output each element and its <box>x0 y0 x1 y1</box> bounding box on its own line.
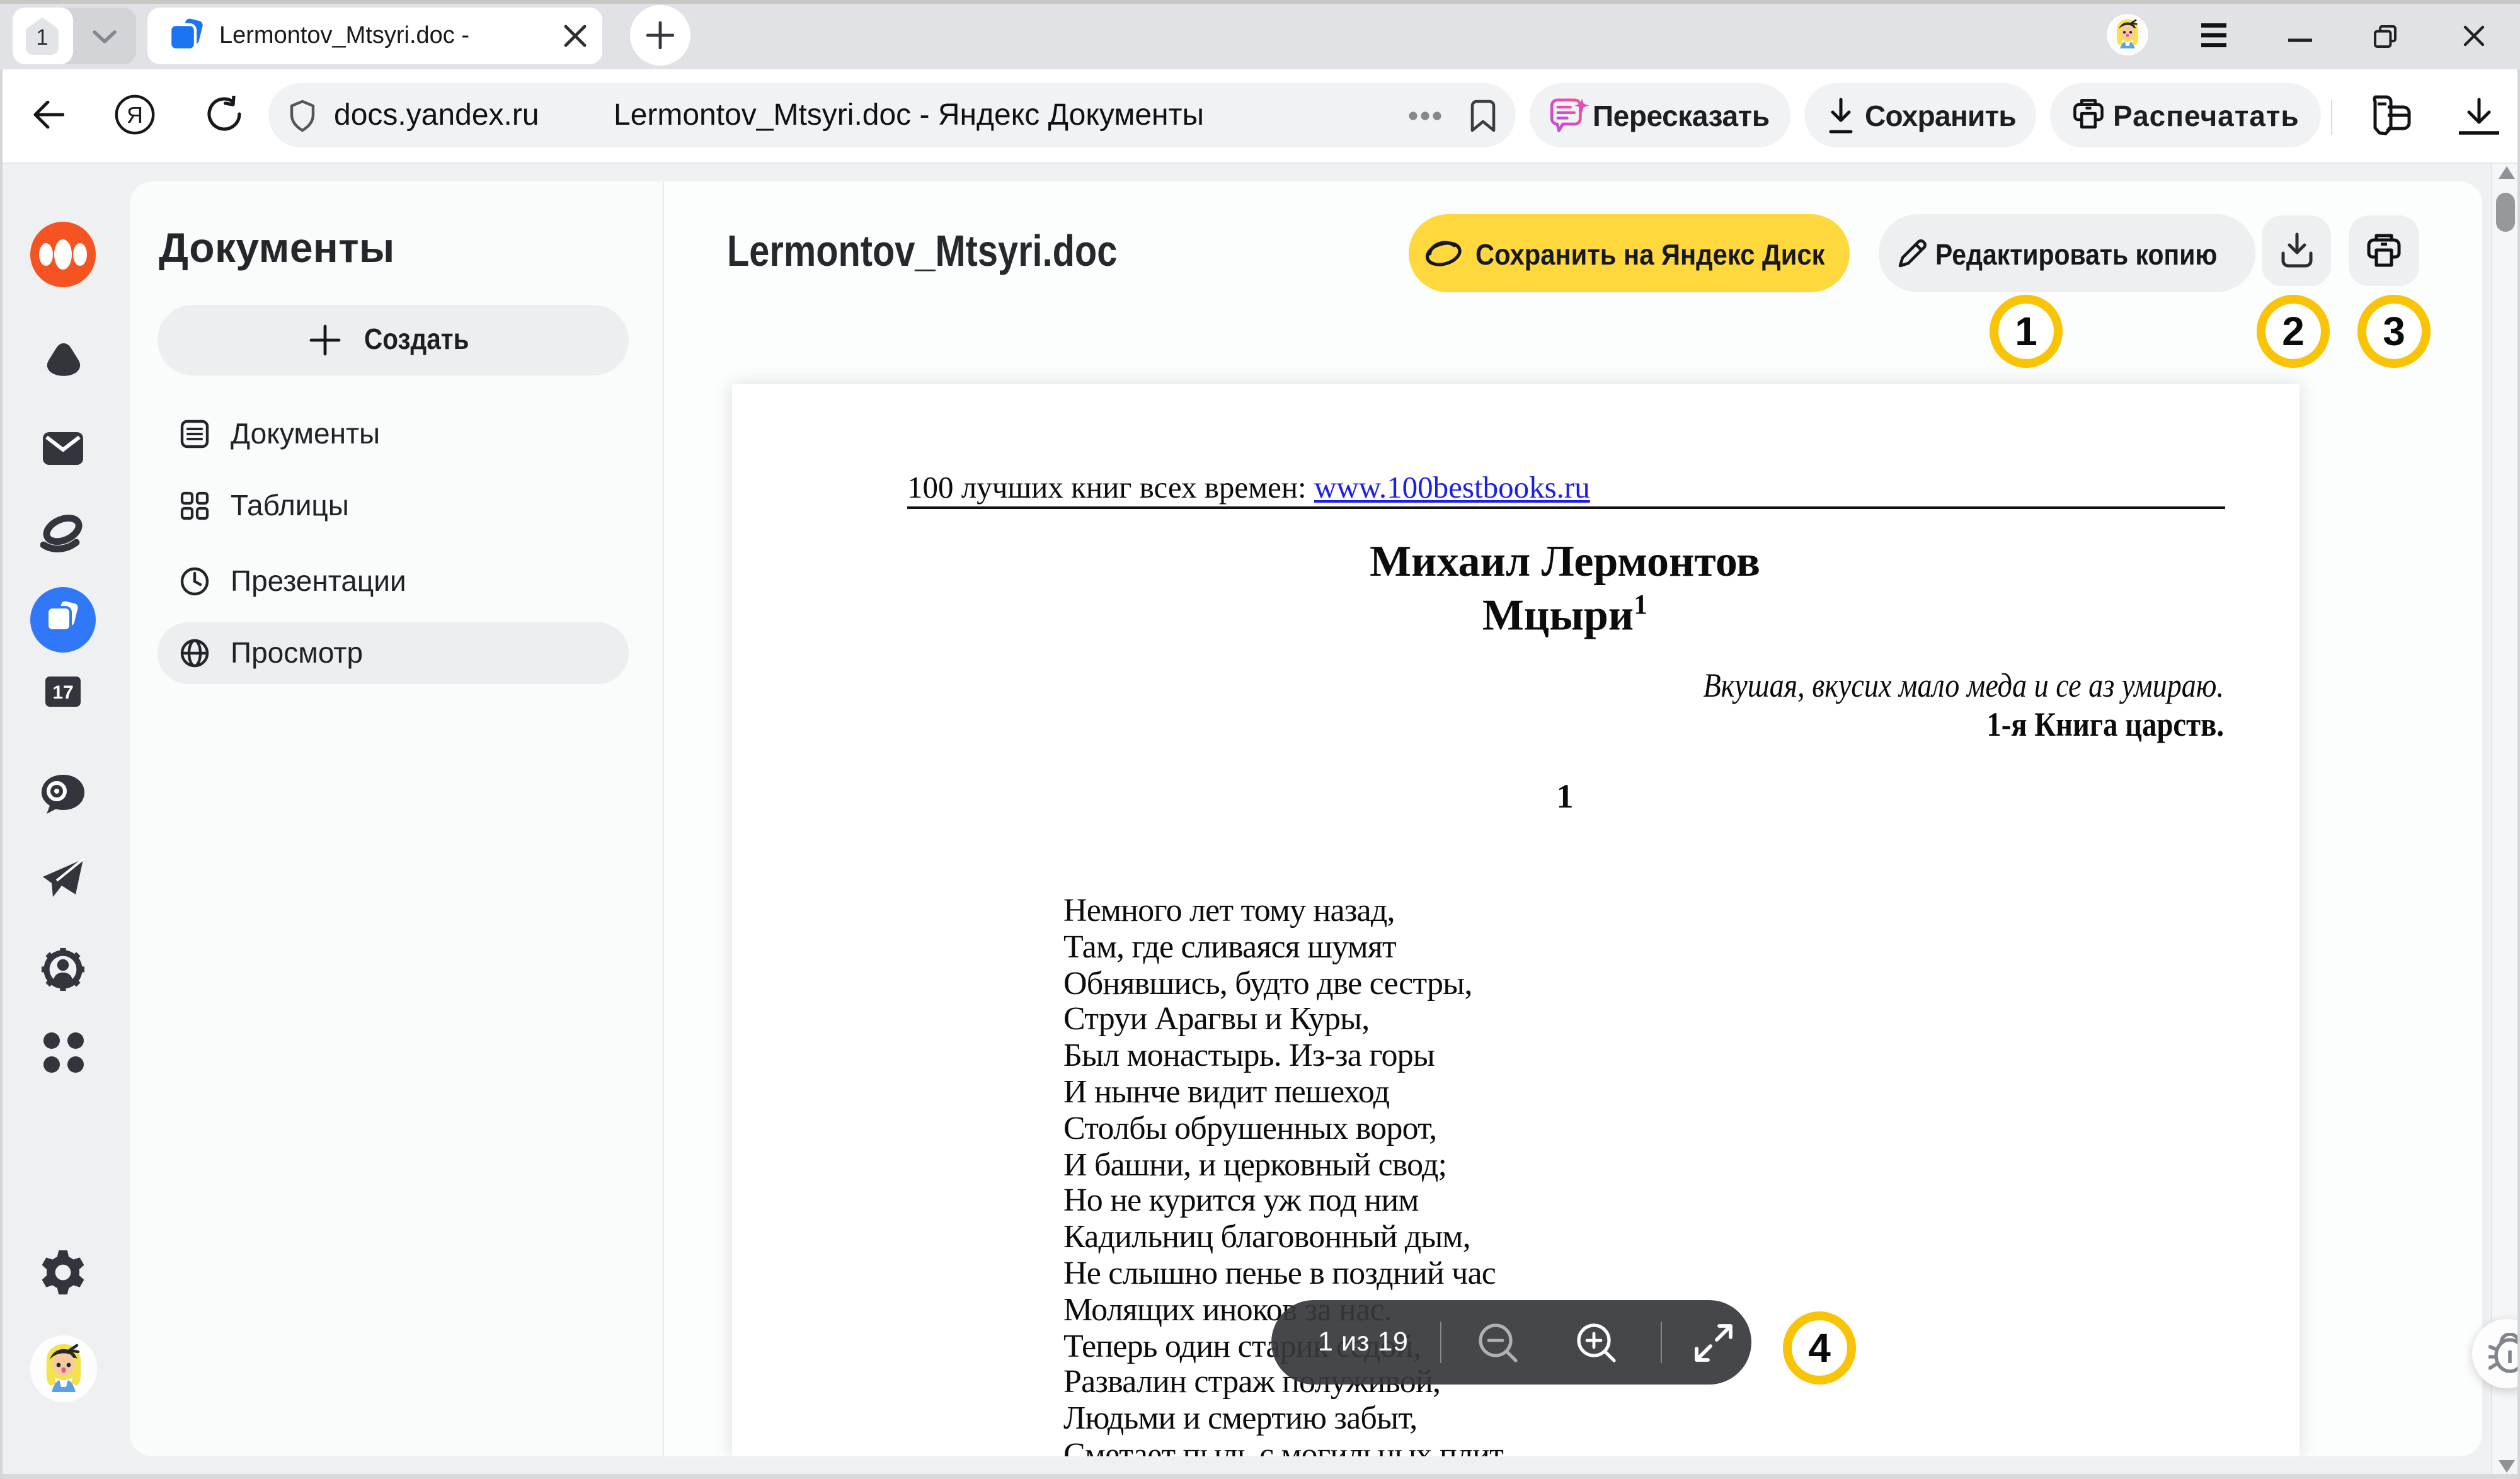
svg-text:1: 1 <box>35 25 47 50</box>
svg-text:Я: Я <box>127 102 143 128</box>
svg-text:17: 17 <box>52 682 73 703</box>
